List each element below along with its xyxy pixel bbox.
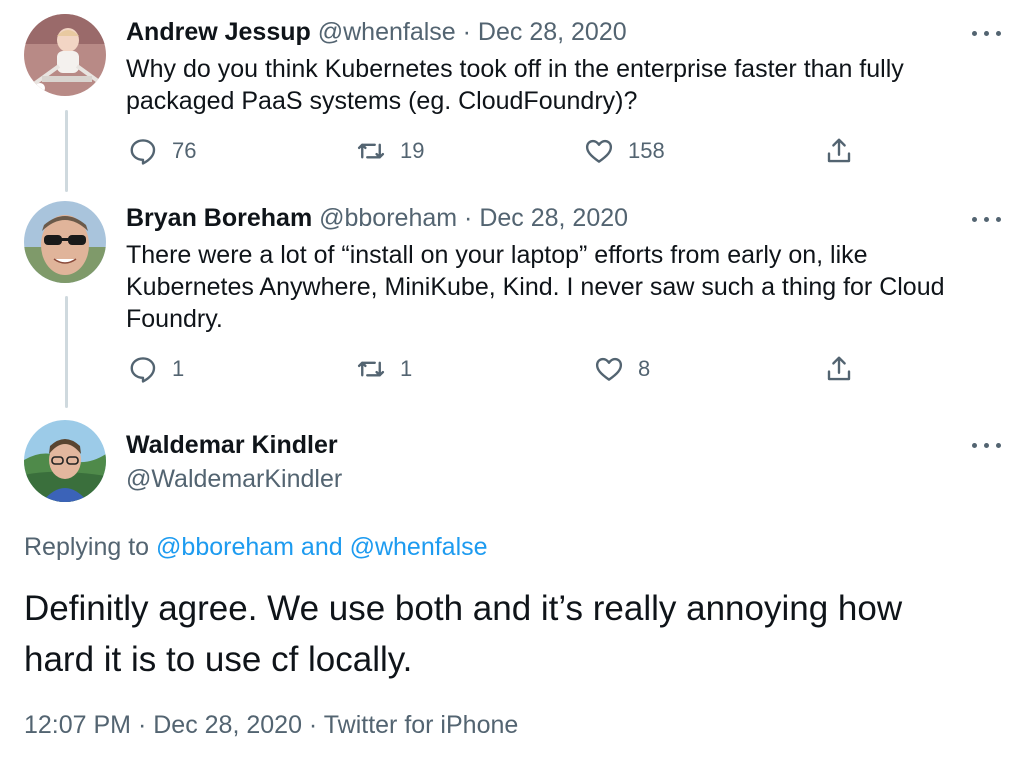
thread-line — [65, 110, 68, 192]
focal-text-line: hard it is to use cf locally. — [24, 640, 413, 679]
avatar-waldemar-kindler[interactable] — [24, 420, 106, 502]
separator: · — [308, 711, 318, 739]
more-options-icon[interactable] — [970, 28, 1004, 38]
retweet-count: 1 — [400, 356, 413, 381]
tweet-text-line: There were a lot of “install on your lap… — [126, 241, 868, 269]
thread-line — [65, 296, 68, 408]
tweet-text: Why do you think Kubernetes took off in … — [126, 53, 1006, 117]
tweet-date[interactable]: Dec 28, 2020 — [478, 18, 627, 46]
separator: · — [464, 204, 473, 232]
like-button[interactable]: 8 — [594, 352, 650, 386]
retweet-button[interactable]: 1 — [356, 352, 412, 386]
tweet-text-line: Foundry. — [126, 305, 223, 333]
author-handle[interactable]: @bboreham — [319, 204, 457, 232]
replying-prefix: Replying to — [24, 533, 157, 561]
share-button[interactable] — [824, 134, 854, 168]
retweet-button[interactable]: 19 — [356, 134, 424, 168]
retweet-count: 19 — [400, 138, 425, 163]
tweet-text-line: Kubernetes Anywhere, MiniKube, Kind. I n… — [126, 273, 945, 301]
tweet-text: There were a lot of “install on your lap… — [126, 239, 1006, 335]
tweet-text-line: packaged PaaS systems (eg. CloudFoundry)… — [126, 87, 638, 115]
reply-count: 76 — [172, 138, 197, 163]
reply-icon — [130, 357, 156, 383]
avatar-andrew-jessup[interactable] — [24, 14, 106, 96]
reply-button[interactable]: 76 — [128, 134, 196, 168]
heart-icon — [595, 357, 623, 381]
tweet-header: Andrew Jessup @whenfalse · Dec 28, 2020 — [126, 17, 627, 47]
focal-tweet-text: Definitly agree. We use both and it’s re… — [24, 583, 1014, 685]
author-name[interactable]: Andrew Jessup — [126, 18, 311, 46]
focal-author-name[interactable]: Waldemar Kindler — [126, 430, 338, 460]
retweet-icon — [357, 143, 385, 159]
share-icon — [827, 138, 851, 163]
share-button[interactable] — [824, 352, 854, 386]
like-count: 8 — [638, 356, 651, 381]
more-options-icon[interactable] — [970, 440, 1004, 450]
replying-and[interactable]: and — [294, 533, 350, 561]
like-count: 158 — [628, 138, 665, 163]
tweet-header: Bryan Boreham @bboreham · Dec 28, 2020 — [126, 203, 628, 233]
avatar-bryan-boreham[interactable] — [24, 201, 106, 283]
retweet-icon — [357, 361, 385, 377]
reply-icon — [130, 139, 156, 165]
tweet-date[interactable]: Dec 28, 2020 — [479, 204, 628, 232]
tweet-metadata: 12:07 PM · Dec 28, 2020 · Twitter for iP… — [24, 709, 518, 741]
more-options-icon[interactable] — [970, 214, 1004, 224]
mention-link-whenfalse[interactable]: @whenfalse — [350, 533, 488, 561]
avatar-image — [24, 201, 106, 283]
tweet-date[interactable]: Dec 28, 2020 — [153, 711, 302, 739]
avatar-image — [24, 14, 106, 96]
tweet-time[interactable]: 12:07 PM — [24, 711, 131, 739]
heart-icon — [585, 139, 613, 163]
like-button[interactable]: 158 — [584, 134, 665, 168]
tweet-text-line: Why do you think Kubernetes took off in … — [126, 55, 904, 83]
replying-to: Replying to @bboreham and @whenfalse — [24, 532, 488, 562]
focal-author-handle[interactable]: @WaldemarKindler — [126, 464, 342, 494]
reply-button[interactable]: 1 — [128, 352, 184, 386]
mention-link-bboreham[interactable]: @bboreham — [156, 533, 294, 561]
avatar-image — [24, 420, 106, 502]
tweet-source[interactable]: Twitter for iPhone — [324, 711, 519, 739]
reply-count: 1 — [172, 356, 185, 381]
separator: · — [137, 711, 147, 739]
share-icon — [827, 356, 851, 381]
focal-text-line: Definitly agree. We use both and it’s re… — [24, 589, 903, 628]
separator: · — [462, 18, 471, 46]
author-handle[interactable]: @whenfalse — [318, 18, 456, 46]
author-name[interactable]: Bryan Boreham — [126, 204, 312, 232]
